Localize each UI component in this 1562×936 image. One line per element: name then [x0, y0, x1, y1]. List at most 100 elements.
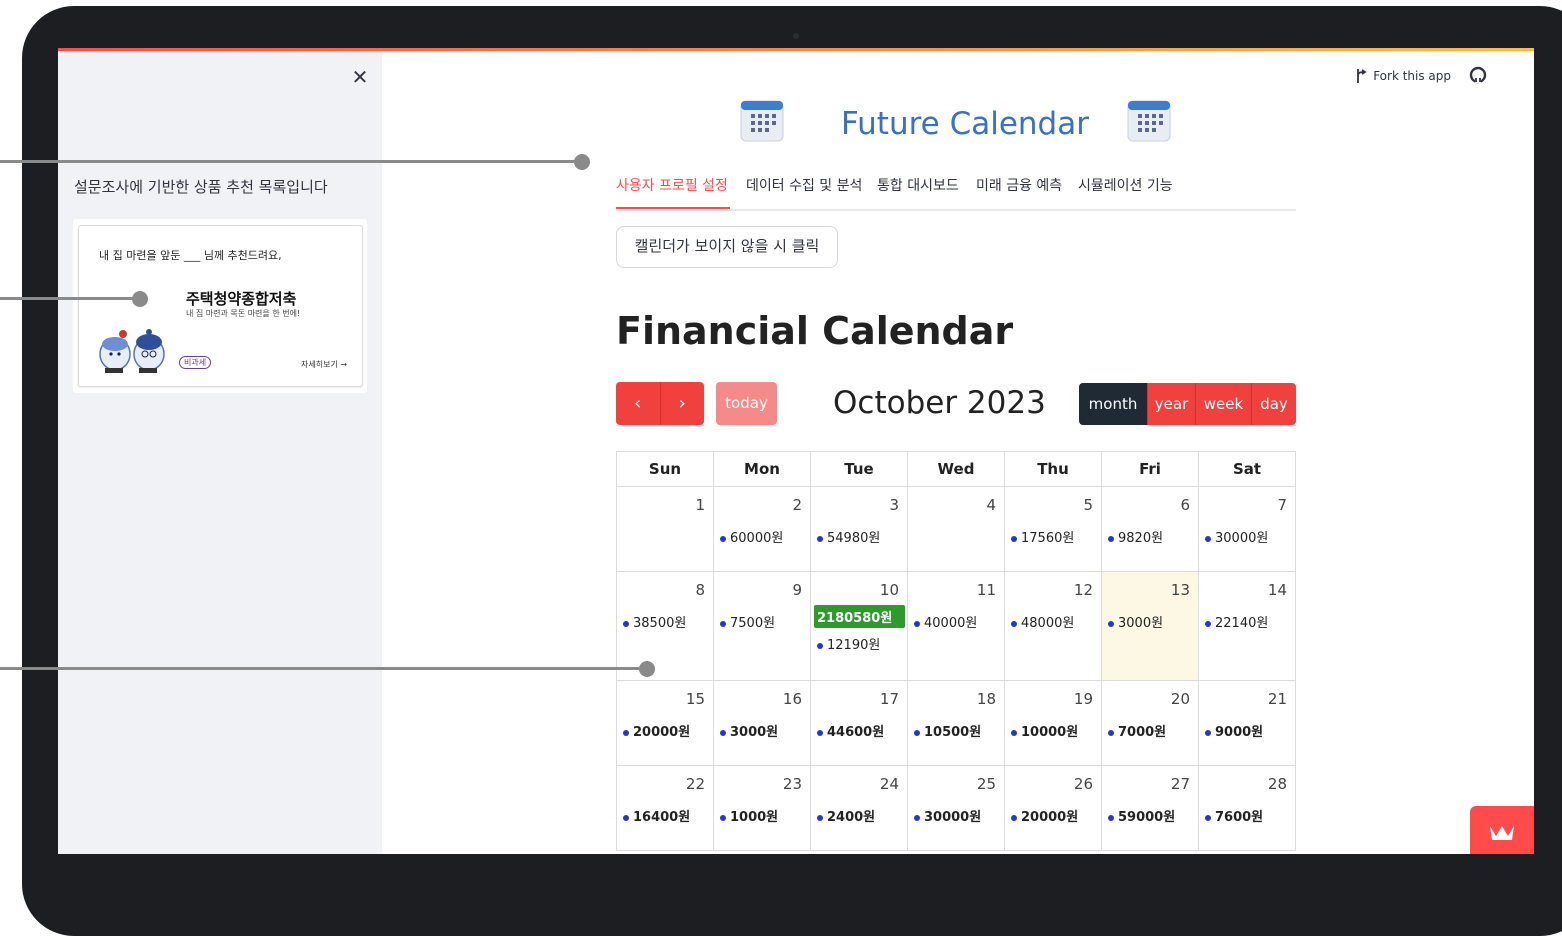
- calendar-event[interactable]: 3000원: [1108, 612, 1198, 631]
- day-number[interactable]: 11: [908, 572, 1004, 599]
- calendar-day-cell[interactable]: 14 22140원: [1198, 571, 1296, 681]
- calendar-event[interactable]: 20000원: [623, 721, 713, 740]
- day-number[interactable]: 1: [617, 487, 713, 514]
- calendar-event[interactable]: 54980원: [817, 527, 907, 546]
- calendar-event[interactable]: 30000원: [914, 806, 1004, 825]
- calendar-day-cell[interactable]: 4: [907, 486, 1005, 572]
- view-week-button[interactable]: week: [1195, 383, 1251, 425]
- calendar-event[interactable]: 7000원: [1108, 721, 1198, 740]
- day-number[interactable]: 12: [1005, 572, 1101, 599]
- reload-calendar-button[interactable]: 캘린더가 보이지 않을 시 클릭: [616, 226, 838, 268]
- day-number[interactable]: 25: [908, 766, 1004, 793]
- day-number[interactable]: 23: [714, 766, 810, 793]
- day-number[interactable]: 20: [1102, 681, 1198, 708]
- day-number[interactable]: 16: [714, 681, 810, 708]
- calendar-day-cell[interactable]: 17 44600원: [810, 680, 908, 766]
- calendar-day-cell[interactable]: 11 40000원: [907, 571, 1005, 681]
- day-number[interactable]: 7: [1199, 487, 1295, 514]
- view-month-button[interactable]: month: [1079, 383, 1147, 425]
- tab-profile-settings[interactable]: 사용자 프로필 설정: [616, 175, 728, 195]
- day-number[interactable]: 5: [1005, 487, 1101, 514]
- fork-app-link[interactable]: Fork this app: [1355, 68, 1451, 84]
- day-number[interactable]: 21: [1199, 681, 1295, 708]
- calendar-day-cell[interactable]: 24 2400원: [810, 765, 908, 851]
- day-number[interactable]: 10: [811, 572, 907, 599]
- calendar-day-cell[interactable]: 21 9000원: [1198, 680, 1296, 766]
- calendar-event[interactable]: 48000원: [1011, 612, 1101, 631]
- calendar-day-cell[interactable]: 9 7500원: [713, 571, 811, 681]
- day-number[interactable]: 8: [617, 572, 713, 599]
- day-number[interactable]: 3: [811, 487, 907, 514]
- calendar-event[interactable]: 9000원: [1205, 721, 1295, 740]
- calendar-day-cell[interactable]: 7 30000원: [1198, 486, 1296, 572]
- calendar-day-cell[interactable]: 26 20000원: [1004, 765, 1102, 851]
- day-number[interactable]: 26: [1005, 766, 1101, 793]
- day-number[interactable]: 18: [908, 681, 1004, 708]
- day-number[interactable]: 27: [1102, 766, 1198, 793]
- close-sidebar-button[interactable]: ✕: [348, 65, 372, 89]
- prev-month-button[interactable]: ‹: [616, 382, 660, 425]
- calendar-event[interactable]: 12190원: [817, 634, 907, 653]
- day-number[interactable]: 14: [1199, 572, 1295, 599]
- calendar-event[interactable]: 40000원: [914, 612, 1004, 631]
- calendar-day-cell[interactable]: 27 59000원: [1101, 765, 1199, 851]
- calendar-event[interactable]: 30000원: [1205, 527, 1295, 546]
- day-number[interactable]: 4: [908, 487, 1004, 514]
- calendar-day-cell[interactable]: 12 48000원: [1004, 571, 1102, 681]
- day-number[interactable]: 2: [714, 487, 810, 514]
- day-number[interactable]: 19: [1005, 681, 1101, 708]
- calendar-day-cell[interactable]: 25 30000원: [907, 765, 1005, 851]
- day-number[interactable]: 13: [1102, 572, 1198, 599]
- calendar-event[interactable]: 7600원: [1205, 806, 1295, 825]
- calendar-event[interactable]: 10000원: [1011, 721, 1101, 740]
- calendar-event[interactable]: 9820원: [1108, 527, 1198, 546]
- day-number[interactable]: 22: [617, 766, 713, 793]
- tab-simulation[interactable]: 시뮬레이션 기능: [1078, 175, 1173, 195]
- day-number[interactable]: 24: [811, 766, 907, 793]
- calendar-day-cell[interactable]: 3 54980원: [810, 486, 908, 572]
- calendar-event[interactable]: 17560원: [1011, 527, 1101, 546]
- calendar-day-cell[interactable]: 8 38500원: [616, 571, 714, 681]
- calendar-day-cell[interactable]: 5 17560원: [1004, 486, 1102, 572]
- github-icon[interactable]: [1469, 66, 1487, 84]
- day-number[interactable]: 15: [617, 681, 713, 708]
- calendar-day-cell[interactable]: 13 3000원: [1101, 571, 1199, 681]
- calendar-event[interactable]: 38500원: [623, 612, 713, 631]
- today-button[interactable]: today: [716, 382, 777, 425]
- calendar-event[interactable]: 59000원: [1108, 806, 1198, 825]
- calendar-event[interactable]: 20000원: [1011, 806, 1101, 825]
- calendar-event[interactable]: 22140원: [1205, 612, 1295, 631]
- calendar-event[interactable]: 16400원: [623, 806, 713, 825]
- calendar-event[interactable]: 2400원: [817, 806, 907, 825]
- calendar-day-cell[interactable]: 6 9820원: [1101, 486, 1199, 572]
- details-link[interactable]: 자세히보기 →: [301, 359, 347, 370]
- calendar-day-cell[interactable]: 16 3000원: [713, 680, 811, 766]
- calendar-day-cell[interactable]: 22 16400원: [616, 765, 714, 851]
- calendar-day-cell[interactable]: 18 10500원: [907, 680, 1005, 766]
- calendar-event[interactable]: 10500원: [914, 721, 1004, 740]
- tab-future-forecast[interactable]: 미래 금융 예측: [976, 175, 1062, 195]
- day-number[interactable]: 6: [1102, 487, 1198, 514]
- day-number[interactable]: 17: [811, 681, 907, 708]
- streamlit-badge-button[interactable]: [1470, 806, 1534, 854]
- calendar-day-cell[interactable]: 23 1000원: [713, 765, 811, 851]
- product-card[interactable]: 내 집 마련을 앞둔 ___ 님께 추천드려요, 주택청약종합저축 내 집 마련…: [78, 225, 363, 387]
- calendar-event[interactable]: 7500원: [720, 612, 810, 631]
- calendar-day-cell[interactable]: 20 7000원: [1101, 680, 1199, 766]
- calendar-day-cell[interactable]: 2 60000원: [713, 486, 811, 572]
- calendar-event[interactable]: 44600원: [817, 721, 907, 740]
- calendar-event-highlight[interactable]: 2180580원: [814, 605, 905, 628]
- calendar-day-cell[interactable]: 19 10000원: [1004, 680, 1102, 766]
- calendar-day-cell[interactable]: 15 20000원: [616, 680, 714, 766]
- calendar-event[interactable]: 1000원: [720, 806, 810, 825]
- calendar-day-cell[interactable]: 10 2180580원 12190원: [810, 571, 908, 681]
- day-number[interactable]: 28: [1199, 766, 1295, 793]
- day-number[interactable]: 9: [714, 572, 810, 599]
- tab-data-analysis[interactable]: 데이터 수집 및 분석: [746, 175, 862, 195]
- view-day-button[interactable]: day: [1251, 383, 1296, 425]
- view-year-button[interactable]: year: [1147, 383, 1195, 425]
- tab-dashboard[interactable]: 통합 대시보드: [877, 175, 959, 195]
- calendar-day-cell[interactable]: 28 7600원: [1198, 765, 1296, 851]
- calendar-event[interactable]: 60000원: [720, 527, 810, 546]
- next-month-button[interactable]: ›: [659, 382, 704, 425]
